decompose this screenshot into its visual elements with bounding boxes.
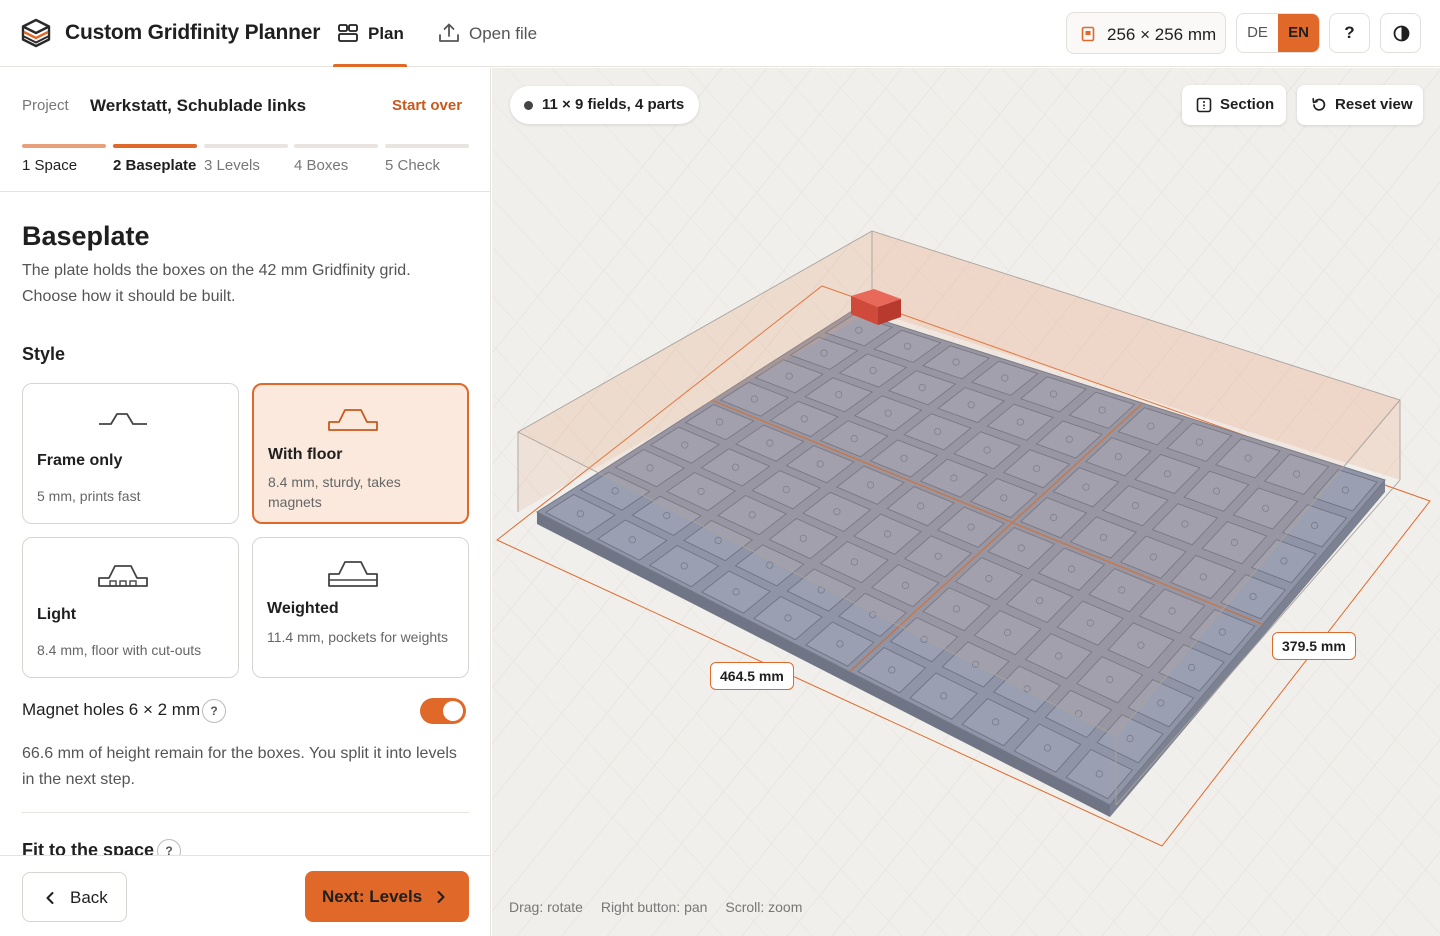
active-tab-indicator	[333, 64, 407, 67]
start-over-link[interactable]: Start over	[392, 97, 462, 114]
section-cut-icon	[1196, 97, 1212, 113]
style-card-name: Weighted	[267, 600, 339, 617]
nav-tab-plan[interactable]: Plan	[333, 0, 407, 67]
app-title: Custom Gridfinity Planner	[65, 21, 321, 44]
project-name[interactable]: Werkstatt, Schublade links	[90, 96, 306, 116]
grid-summary-label: 11 × 9 fields, 4 parts	[542, 96, 685, 113]
frame-profile-icon	[99, 413, 147, 425]
light-profile-icon	[98, 565, 148, 587]
magnet-help-icon[interactable]: ?	[202, 699, 226, 723]
app-header: Custom Gridfinity Planner Plan Open file…	[0, 0, 1440, 67]
style-card-name: Frame only	[37, 452, 123, 469]
step-label: 1 Space	[22, 157, 78, 174]
step-bar	[294, 144, 378, 148]
magnet-holes-toggle[interactable]	[420, 698, 466, 724]
viewport-hints: Drag: rotate Right button: pan Scroll: z…	[509, 899, 816, 915]
printer-size-label: 256 × 256 mm	[1107, 25, 1217, 44]
reset-view-label: Reset view	[1335, 96, 1413, 113]
hint-scroll: Scroll: zoom	[725, 899, 803, 915]
step-label: 5 Check	[385, 157, 441, 174]
hint-drag: Drag: rotate	[509, 899, 583, 915]
language-switch: DE EN	[1236, 13, 1320, 53]
reset-rotate-icon	[1312, 97, 1326, 111]
wizard-panel: Project Werkstatt, Schublade links Start…	[0, 68, 491, 936]
reset-view-button[interactable]: Reset view	[1297, 85, 1423, 125]
step-label: 2 Baseplate	[113, 157, 197, 174]
floor-profile-icon	[328, 409, 378, 431]
contrast-icon	[1393, 25, 1410, 42]
toggle-knob	[443, 701, 463, 721]
printer-size-button[interactable]: 256 × 256 mm	[1066, 12, 1226, 54]
length-dimension-label: 464.5 mm	[710, 662, 794, 690]
chevron-left-icon	[46, 892, 54, 904]
chevron-right-icon	[437, 891, 445, 903]
section-button-label: Section	[1220, 96, 1275, 113]
step-label: 4 Boxes	[294, 157, 349, 174]
language-de-button[interactable]: DE	[1237, 14, 1278, 52]
section-title: Baseplate	[22, 221, 150, 251]
printer-bed-icon	[1081, 26, 1095, 42]
section-button[interactable]: Section	[1182, 85, 1286, 125]
style-card-with-floor[interactable]: With floor 8.4 mm, sturdy, takes magnets	[252, 383, 469, 524]
divider	[22, 812, 469, 813]
upload-icon	[439, 23, 459, 42]
style-card-weighted[interactable]: Weighted 11.4 mm, pockets for weights	[252, 537, 469, 678]
theme-toggle-button[interactable]	[1380, 13, 1421, 53]
style-heading: Style	[22, 344, 66, 364]
step-bar	[204, 144, 288, 148]
status-dot	[524, 101, 533, 110]
style-card-description: 5 mm, prints fast	[37, 488, 141, 504]
step-bar	[385, 144, 469, 148]
remaining-height-note: 66.6 mm of height remain for the boxes. …	[22, 745, 457, 788]
step-bar	[22, 144, 106, 148]
nav-tab-plan-label: Plan	[368, 24, 404, 43]
magnet-holes-label: Magnet holes 6 × 2 mm	[22, 700, 201, 719]
style-card-name: Light	[37, 606, 77, 623]
style-card-light[interactable]: Light 8.4 mm, floor with cut-outs	[22, 537, 239, 678]
step-bar	[113, 144, 197, 148]
next-levels-button[interactable]: Next: Levels	[305, 871, 469, 922]
nav-open-file-label: Open file	[469, 24, 538, 43]
next-button-label: Next: Levels	[322, 887, 423, 906]
nav-open-file[interactable]: Open file	[438, 0, 548, 67]
style-card-name: With floor	[268, 446, 343, 463]
style-card-description: 11.4 mm, pockets for weights	[267, 629, 449, 645]
magnet-holes-row: Magnet holes 6 × 2 mm ?	[22, 698, 468, 726]
weighted-profile-icon	[328, 561, 378, 587]
baseplate-3d-scene[interactable]	[492, 68, 1440, 936]
style-card-description: 8.4 mm, sturdy, takes magnets	[268, 474, 401, 510]
back-button-label: Back	[70, 888, 108, 907]
step-label: 3 Levels	[204, 157, 260, 174]
cube-logo-icon	[21, 18, 51, 48]
width-dimension-label: 379.5 mm	[1272, 632, 1356, 660]
layout-grid-icon	[338, 24, 358, 42]
language-en-button[interactable]: EN	[1278, 14, 1319, 52]
divider	[0, 191, 490, 192]
step-progress: 1 Space 2 Baseplate 3 Levels 4 Boxes 5 C…	[22, 144, 472, 184]
3d-viewport[interactable]: 11 × 9 fields, 4 parts Section Reset vie…	[492, 68, 1440, 936]
grid-summary-badge: 11 × 9 fields, 4 parts	[510, 86, 700, 124]
style-card-description: 8.4 mm, floor with cut-outs	[37, 642, 202, 658]
hint-right-button: Right button: pan	[600, 899, 708, 915]
back-button[interactable]: Back	[22, 872, 127, 922]
wizard-footer: Back Next: Levels	[0, 855, 490, 936]
style-card-frame-only[interactable]: Frame only 5 mm, prints fast	[22, 383, 239, 524]
project-label: Project	[22, 97, 69, 114]
help-button[interactable]: ?	[1329, 13, 1370, 53]
section-description: The plate holds the boxes on the 42 mm G…	[22, 262, 411, 305]
